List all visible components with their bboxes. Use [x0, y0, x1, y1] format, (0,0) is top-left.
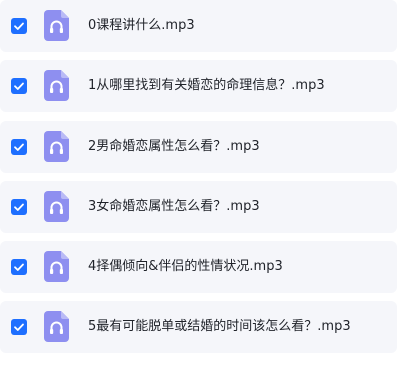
audio-file-icon [44, 70, 69, 101]
file-row[interactable]: 2男命婚恋属性怎么看？.mp3 [0, 121, 397, 173]
file-name[interactable]: 5最有可能脱单或结婚的时间该怎么看？.mp3 [88, 301, 351, 353]
checkbox-checked-icon[interactable] [11, 199, 27, 215]
file-row[interactable]: 0课程讲什么.mp3 [0, 0, 397, 52]
file-row[interactable]: 5最有可能脱单或结婚的时间该怎么看？.mp3 [0, 301, 397, 353]
audio-file-icon [44, 10, 69, 41]
file-name[interactable]: 4择偶倾向&伴侣的性情状况.mp3 [88, 241, 283, 293]
audio-file-list: 0课程讲什么.mp3 1从哪里找到有关婚恋的命理信息？.mp3 2男命婚恋属性怎… [0, 0, 397, 374]
checkbox-checked-icon[interactable] [11, 78, 27, 94]
audio-file-icon [44, 251, 69, 282]
checkbox-checked-icon[interactable] [11, 139, 27, 155]
audio-file-icon [44, 191, 69, 222]
file-row[interactable]: 3女命婚恋属性怎么看？.mp3 [0, 181, 397, 233]
file-row[interactable]: 1从哪里找到有关婚恋的命理信息？.mp3 [0, 60, 397, 112]
audio-file-icon [44, 311, 69, 342]
file-row[interactable]: 4择偶倾向&伴侣的性情状况.mp3 [0, 241, 397, 293]
checkbox-checked-icon[interactable] [11, 319, 27, 335]
file-name[interactable]: 0课程讲什么.mp3 [88, 0, 195, 52]
file-name[interactable]: 1从哪里找到有关婚恋的命理信息？.mp3 [88, 60, 325, 112]
checkbox-checked-icon[interactable] [11, 259, 27, 275]
file-name[interactable]: 3女命婚恋属性怎么看？.mp3 [88, 181, 260, 233]
checkbox-checked-icon[interactable] [11, 18, 27, 34]
audio-file-icon [44, 131, 69, 162]
file-name[interactable]: 2男命婚恋属性怎么看？.mp3 [88, 121, 260, 173]
